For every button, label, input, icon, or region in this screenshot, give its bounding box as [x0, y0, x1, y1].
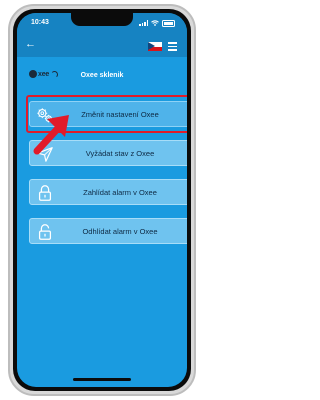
- status-time: 10:43: [31, 19, 49, 26]
- page-header: xee Oxee sklenik: [17, 70, 187, 86]
- czech-flag-icon[interactable]: [148, 42, 162, 51]
- battery-icon: [162, 19, 175, 27]
- page-title: Oxee sklenik: [80, 72, 124, 79]
- wifi-icon: [151, 20, 159, 26]
- phone-frame: 10:43 ← xee Oxee sklenik Změnit nastaven…: [8, 4, 196, 396]
- pointer-arrow-icon: [33, 115, 69, 155]
- phone-bezel: 10:43 ← xee Oxee sklenik Změnit nastaven…: [13, 9, 191, 391]
- disarm-alarm-button[interactable]: Odhlídat alarm v Oxee: [29, 218, 187, 244]
- notch: [71, 13, 133, 26]
- back-arrow-icon[interactable]: ←: [25, 38, 36, 50]
- app-screen: 10:43 ← xee Oxee sklenik Změnit nastaven…: [17, 13, 187, 387]
- padlock-open-icon: [38, 224, 52, 240]
- nav-bar: ←: [17, 35, 187, 57]
- home-indicator: [73, 378, 131, 381]
- signal-icon: [139, 20, 148, 26]
- padlock-locked-icon: [38, 185, 52, 201]
- button-label: Odhlídat alarm v Oxee: [82, 227, 158, 236]
- status-icons: [139, 19, 175, 27]
- arm-alarm-button[interactable]: Zahlídat alarm v Oxee: [29, 179, 187, 205]
- status-bar: 10:43: [17, 13, 187, 35]
- button-label: Zahlídat alarm v Oxee: [83, 188, 157, 197]
- menu-icon[interactable]: [168, 42, 177, 51]
